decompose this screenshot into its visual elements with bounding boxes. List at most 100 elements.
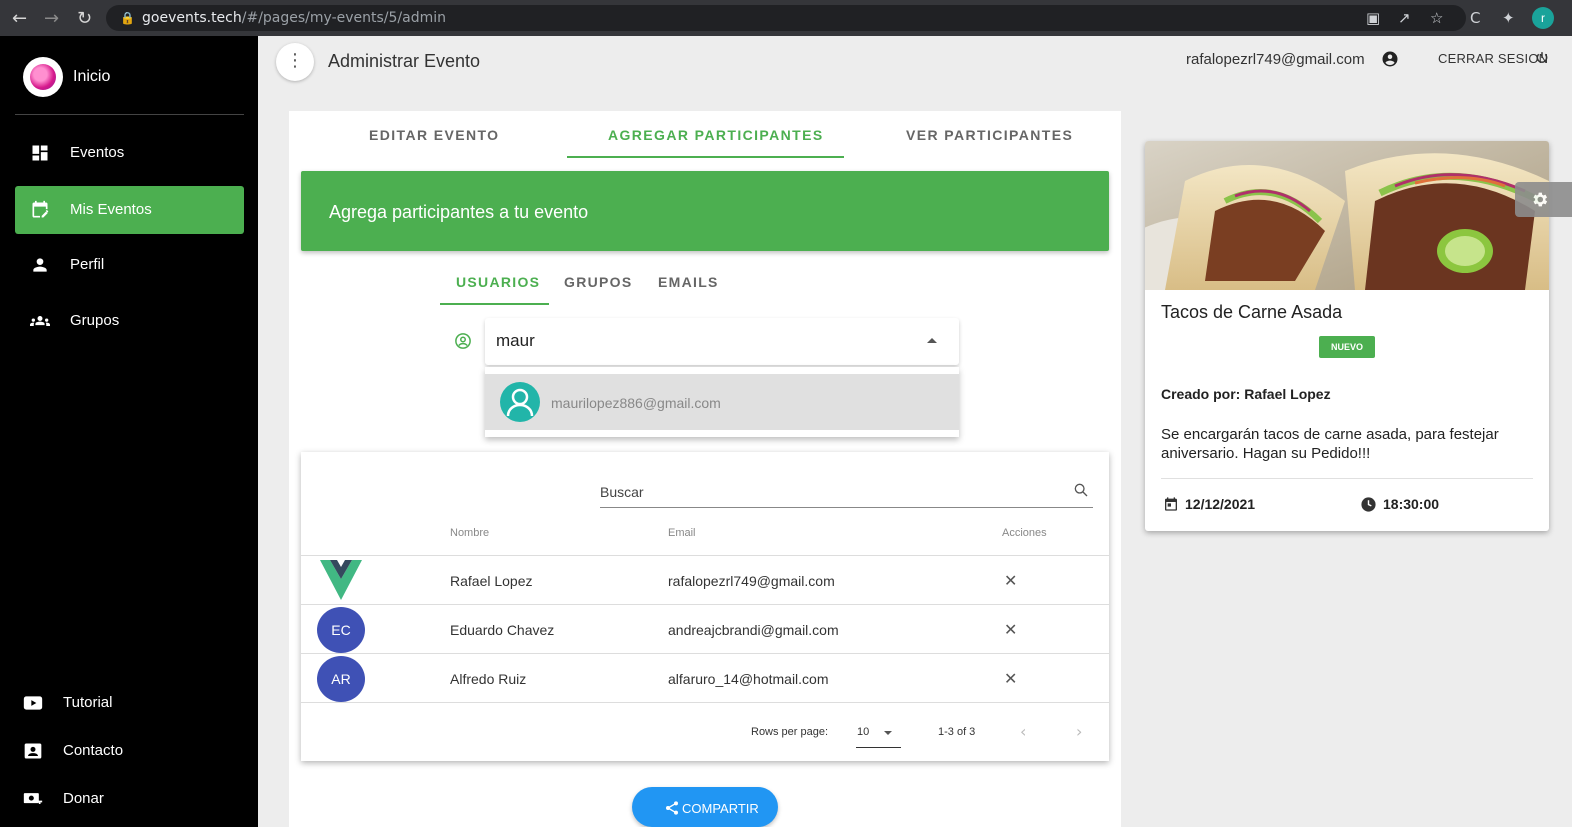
user-email: rafalopezrl749@gmail.com (1186, 51, 1365, 68)
sidebar-item-tutorial[interactable]: Tutorial (22, 688, 242, 718)
share-icon (666, 801, 678, 815)
remove-icon[interactable]: ✕ (1004, 669, 1017, 688)
participants-table: Buscar Nombre Email Acciones Rafael Lope… (301, 452, 1109, 761)
section-banner: Agrega participantes a tu evento (301, 171, 1109, 251)
settings-tab[interactable] (1515, 182, 1572, 217)
card-divider (1161, 478, 1533, 479)
group-icon (30, 316, 50, 326)
event-time: 18:30:00 (1383, 496, 1440, 512)
bookmark-star-icon[interactable]: ☆ (1430, 9, 1443, 27)
back-icon[interactable]: ← (12, 8, 27, 29)
gear-icon (1533, 192, 1548, 207)
url-text[interactable]: goevents.tech/#/pages/my-events/5/admin (142, 10, 446, 26)
event-admin-card: EDITAR EVENTO AGREGAR PARTICIPANTES VER … (289, 111, 1121, 827)
event-description: Se encargarán tacos de carne asada, para… (1161, 426, 1499, 462)
clock-icon (1361, 497, 1376, 512)
sidebar-item-contacto[interactable]: Contacto (22, 736, 242, 766)
share-button[interactable]: COMPARTIR (632, 787, 778, 827)
person-outline-icon (506, 388, 534, 417)
pagination-range: 1-3 of 3 (938, 726, 976, 738)
row-email: andreajcbrandi@gmail.com (668, 622, 839, 638)
extensions-puzzle-icon[interactable]: ✦ (1502, 9, 1515, 27)
tab-editar-evento[interactable]: EDITAR EVENTO (369, 127, 499, 143)
autocomplete-menu: maurilopez886@gmail.com (485, 367, 959, 437)
remove-icon[interactable]: ✕ (1004, 620, 1017, 639)
select-arrow-icon[interactable] (884, 731, 892, 735)
select-underline (856, 747, 901, 748)
tab-ver-participantes[interactable]: VER PARTICIPANTES (906, 127, 1073, 143)
user-search-input[interactable] (496, 331, 896, 351)
browser-toolbar: ← → ↻ 🔒 goevents.tech/#/pages/my-events/… (0, 0, 1572, 36)
remove-icon[interactable]: ✕ (1004, 571, 1017, 590)
translate-icon[interactable]: ▣ (1366, 9, 1380, 27)
event-title: Tacos de Carne Asada (1161, 302, 1343, 322)
table-row: AR Alfredo Ruiz alfaruro_14@hotmail.com … (301, 653, 1109, 702)
table-search-input[interactable]: Buscar (600, 484, 644, 500)
logout-button[interactable]: CERRAR SESION (1438, 51, 1548, 66)
subtab-grupos[interactable]: GRUPOS (564, 274, 632, 290)
calendar-icon (1165, 497, 1177, 511)
reload-icon[interactable]: ↻ (77, 8, 92, 29)
sidebar-item-donar[interactable]: Donar (22, 784, 242, 814)
table-bottom-border (301, 702, 1109, 703)
prev-page-icon[interactable]: ‹ (1020, 722, 1026, 741)
row-name: Rafael Lopez (450, 573, 533, 589)
banner-text: Agrega participantes a tu evento (329, 202, 589, 222)
row-email: alfaruro_14@hotmail.com (668, 671, 829, 687)
app-logo[interactable] (23, 57, 63, 97)
profile-avatar[interactable]: r (1532, 7, 1554, 29)
donate-icon (23, 793, 43, 804)
tab-agregar-participantes[interactable]: AGREGAR PARTICIPANTES (608, 127, 824, 143)
next-page-icon[interactable]: › (1076, 722, 1082, 741)
table-row: EC Eduardo Chavez andreajcbrandi@gmail.c… (301, 604, 1109, 653)
account-circle-icon[interactable] (1381, 50, 1399, 68)
sidebar-item-grupos[interactable]: Grupos (15, 297, 244, 345)
share-label: COMPARTIR (682, 801, 759, 816)
initials-avatar: EC (317, 607, 365, 653)
forward-icon[interactable]: → (44, 8, 59, 29)
status-badge: NUEVO (1319, 336, 1375, 358)
brand-home-link[interactable]: Inicio (73, 68, 110, 86)
subtab-indicator (440, 303, 549, 305)
youtube-icon (23, 696, 43, 710)
tacos-photo (1145, 141, 1549, 290)
header-email[interactable]: Email (668, 527, 696, 539)
event-card: Tacos de Carne Asada NUEVO Creado por: R… (1145, 141, 1549, 531)
subtab-usuarios[interactable]: USUARIOS (456, 274, 540, 290)
account-circle-outline-icon (455, 333, 471, 349)
user-autocomplete[interactable] (485, 318, 959, 365)
share-page-icon[interactable]: ↗ (1398, 9, 1411, 27)
person-icon (33, 258, 47, 272)
sidebar: Inicio Eventos Mis Eventos Perfil Grupos… (0, 36, 258, 827)
user-avatar (500, 382, 540, 422)
page-title: Administrar Evento (328, 51, 481, 71)
initials-avatar: AR (317, 656, 365, 702)
search-icon[interactable] (1073, 482, 1089, 498)
table-row: Rafael Lopez rafalopezrl749@gmail.com ✕ (301, 555, 1109, 604)
tab-indicator (567, 156, 844, 158)
autocomplete-option[interactable]: maurilopez886@gmail.com (485, 374, 959, 430)
sidebar-item-mis-eventos[interactable]: Mis Eventos (15, 186, 244, 234)
event-image (1145, 141, 1549, 290)
sidebar-item-perfil[interactable]: Perfil (15, 241, 244, 289)
caret-up-icon[interactable] (927, 338, 937, 343)
header-acciones: Acciones (1002, 527, 1047, 539)
row-name: Alfredo Ruiz (450, 671, 527, 687)
dashboard-icon (32, 145, 48, 161)
option-email: maurilopez886@gmail.com (551, 395, 721, 411)
row-name: Eduardo Chavez (450, 622, 555, 638)
event-creator: Creado por: Rafael Lopez (1161, 386, 1331, 402)
sidebar-divider (15, 114, 244, 115)
power-icon[interactable] (1535, 51, 1549, 65)
contact-card-icon (24, 743, 42, 759)
event-date: 12/12/2021 (1185, 496, 1256, 512)
subtab-emails[interactable]: EMAILS (658, 274, 719, 290)
lock-icon[interactable]: 🔒 (120, 11, 135, 25)
row-email: rafalopezrl749@gmail.com (668, 573, 835, 589)
rows-per-page-label: Rows per page: (751, 726, 829, 738)
rows-per-page-select[interactable]: 10 (857, 726, 869, 738)
header-nombre[interactable]: Nombre (450, 527, 489, 539)
more-options-button[interactable]: ⋮ (276, 43, 314, 81)
sidebar-item-eventos[interactable]: Eventos (15, 129, 244, 177)
extension-c-icon[interactable]: C (1470, 9, 1480, 27)
